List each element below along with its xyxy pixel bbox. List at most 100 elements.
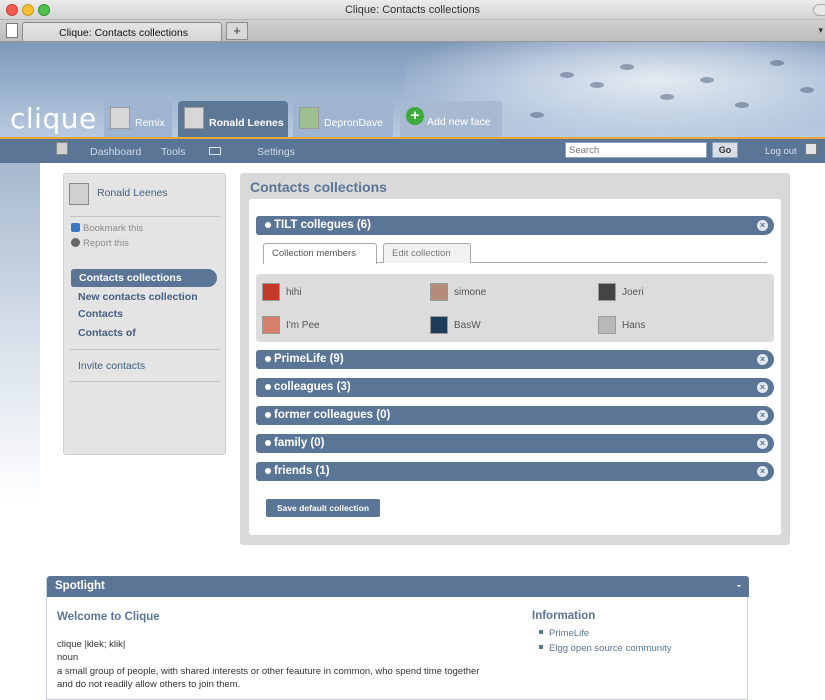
- add-new-face-button[interactable]: + Add new face: [400, 101, 502, 137]
- avatar: [598, 316, 616, 334]
- window-title: Clique: Contacts collections: [344, 4, 481, 16]
- member-name: Joeri: [622, 287, 644, 298]
- face-tab-label: Ronald Leenes: [209, 117, 284, 129]
- snow-track: [590, 82, 604, 88]
- spotlight-panel: Spotlight - Welcome to Clique clique |kl…: [46, 576, 749, 700]
- close-icon[interactable]: ×: [757, 354, 768, 365]
- site-header: clique Remix Ronald Leenes DepronDave + …: [0, 42, 825, 137]
- members-grid: hihi simone Joeri I'm Pee BasW Hans: [256, 274, 774, 342]
- divider: [70, 216, 220, 217]
- expand-icon: [265, 222, 271, 228]
- collection-name: former colleagues (0): [274, 409, 391, 421]
- spotlight-header: Spotlight -: [47, 576, 749, 597]
- collection-bar[interactable]: colleagues (3) ×: [256, 378, 774, 397]
- avatar: [262, 316, 280, 334]
- welcome-heading: Welcome to Clique: [57, 611, 160, 623]
- snow-track: [800, 87, 814, 93]
- avatar: [430, 316, 448, 334]
- save-default-collection-button[interactable]: Save default collection: [266, 499, 380, 517]
- snow-track: [560, 72, 574, 78]
- mail-icon[interactable]: [209, 147, 221, 155]
- sidebar-item-contacts[interactable]: Contacts: [78, 308, 123, 320]
- sidebar-item-contacts-of[interactable]: Contacts of: [78, 327, 136, 339]
- site-logo[interactable]: clique: [10, 102, 97, 135]
- definition-part-of-speech: noun: [57, 652, 79, 663]
- collection-name: family (0): [274, 437, 325, 449]
- sidebar-item-contacts-collections[interactable]: Contacts collections: [71, 269, 217, 287]
- information-heading: Information: [532, 610, 596, 622]
- avatar: [598, 283, 616, 301]
- toolbar-toggle-button[interactable]: [813, 4, 825, 16]
- plus-icon: +: [406, 107, 424, 125]
- browser-tab[interactable]: Clique: Contacts collections: [22, 22, 222, 41]
- info-link-elgg[interactable]: Elgg open source community: [539, 643, 672, 654]
- avatar: [299, 107, 319, 129]
- collection-name: friends (1): [274, 465, 330, 477]
- member-name: BasW: [454, 320, 481, 331]
- divider: [70, 381, 220, 382]
- collection-subtabs: Collection members Edit collection: [263, 241, 767, 264]
- page-title: Contacts collections: [250, 179, 387, 195]
- tab-overflow-icon[interactable]: ▾: [818, 25, 823, 36]
- nav-settings[interactable]: Settings: [257, 146, 295, 158]
- close-icon[interactable]: ×: [757, 220, 768, 231]
- bookmark-label: Bookmark this: [83, 223, 144, 234]
- member-name: Hans: [622, 320, 646, 331]
- collection-bar[interactable]: PrimeLife (9) ×: [256, 350, 774, 369]
- face-tab-ronald[interactable]: Ronald Leenes: [178, 101, 288, 137]
- member-name: I'm Pee: [286, 320, 320, 331]
- snow-track: [530, 112, 544, 118]
- report-link[interactable]: Report this: [71, 238, 129, 249]
- close-icon[interactable]: ×: [757, 410, 768, 421]
- collection-name: colleagues (3): [274, 381, 351, 393]
- close-icon[interactable]: ×: [757, 466, 768, 477]
- face-tab-depron[interactable]: DepronDave: [293, 101, 393, 137]
- expand-icon: [265, 440, 271, 446]
- avatar[interactable]: [69, 183, 89, 205]
- tab-collection-members[interactable]: Collection members: [263, 243, 377, 264]
- bookmark-icon: [71, 223, 80, 232]
- sidebar-item-new-collection[interactable]: New contacts collection: [78, 291, 198, 303]
- nav-dashboard[interactable]: Dashboard: [90, 146, 141, 158]
- snow-track: [660, 94, 674, 100]
- search-input[interactable]: [565, 142, 707, 158]
- bookmark-link[interactable]: Bookmark this: [71, 223, 143, 234]
- avatar: [262, 283, 280, 301]
- search-go-button[interactable]: Go: [712, 142, 738, 158]
- sidebar-user-name[interactable]: Ronald Leenes: [97, 187, 168, 199]
- report-label: Report this: [83, 238, 129, 249]
- close-icon[interactable]: ×: [757, 438, 768, 449]
- collapse-icon[interactable]: -: [737, 578, 741, 592]
- face-tab-label: Remix: [135, 117, 165, 129]
- divider: [70, 349, 220, 350]
- nav-tools[interactable]: Tools: [161, 146, 186, 158]
- document-icon: [6, 23, 18, 38]
- sidebar-item-invite[interactable]: Invite contacts: [78, 360, 145, 372]
- snow-track: [700, 77, 714, 83]
- report-icon: [71, 238, 80, 247]
- member-name: hihi: [286, 287, 302, 298]
- collection-bar[interactable]: family (0) ×: [256, 434, 774, 453]
- logout-link[interactable]: Log out: [765, 146, 797, 157]
- computer-icon: [56, 142, 68, 155]
- snow-track: [620, 64, 634, 70]
- logout-icon[interactable]: [805, 143, 817, 155]
- collection-bar[interactable]: former colleagues (0) ×: [256, 406, 774, 425]
- snow-track: [735, 102, 749, 108]
- face-tab-remix[interactable]: Remix: [104, 101, 172, 137]
- close-icon[interactable]: ×: [757, 382, 768, 393]
- definition-word: clique |klek; klik|: [57, 639, 126, 650]
- window-titlebar: Clique: Contacts collections: [0, 0, 825, 20]
- expand-icon: [265, 384, 271, 390]
- collection-bar-expanded[interactable]: TILT collegues (6) ×: [256, 216, 774, 235]
- collection-name: TILT collegues (6): [274, 219, 371, 231]
- avatar: [430, 283, 448, 301]
- new-tab-button[interactable]: +: [226, 22, 248, 40]
- expand-icon: [265, 356, 271, 362]
- definition-text: a small group of people, with shared int…: [57, 666, 480, 690]
- avatar: [110, 107, 130, 129]
- info-link-primelife[interactable]: PrimeLife: [539, 628, 589, 639]
- expand-icon: [265, 412, 271, 418]
- collection-bar[interactable]: friends (1) ×: [256, 462, 774, 481]
- tab-edit-collection[interactable]: Edit collection: [383, 243, 471, 263]
